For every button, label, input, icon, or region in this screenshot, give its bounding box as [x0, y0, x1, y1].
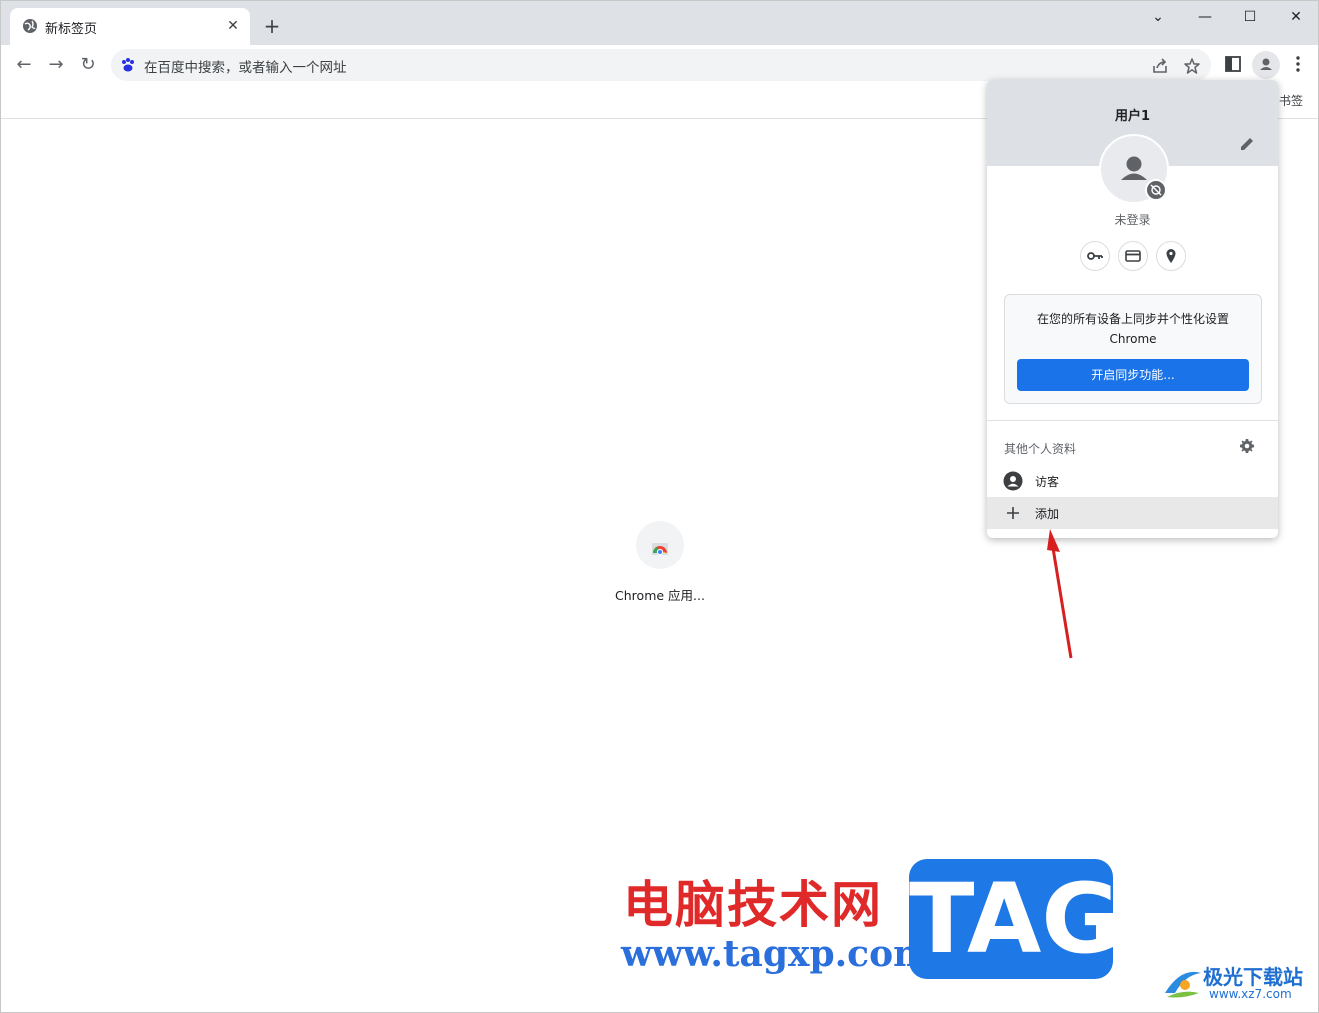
omnibox[interactable]: 在百度中搜索，或者输入一个网址	[111, 49, 1211, 81]
shortcut-chrome-apps[interactable]: Chrome 应用...	[613, 521, 707, 604]
edit-pencil-icon[interactable]	[1238, 135, 1256, 153]
sync-promo-card: 在您的所有设备上同步并个性化设置 Chrome 开启同步功能...	[1004, 294, 1262, 404]
profile-item-add[interactable]: 添加	[987, 497, 1278, 529]
watermark-tag-logo: TAG	[909, 859, 1120, 979]
gear-icon[interactable]	[1239, 438, 1255, 454]
tab-strip: 新标签页 ✕ + ⌄ — ☐ ✕	[1, 1, 1318, 45]
profile-item-guest[interactable]: 访客	[987, 465, 1278, 497]
sync-off-icon	[1150, 184, 1162, 196]
back-button[interactable]: ←	[12, 53, 36, 77]
shortcut-label: Chrome 应用...	[615, 588, 705, 603]
tab-new-tab[interactable]: 新标签页 ✕	[10, 8, 250, 45]
shortcut-circle	[636, 521, 684, 569]
person-icon	[1003, 471, 1023, 491]
toolbar: ← → ↻ 在百度中搜索，或者输入一个网址	[1, 45, 1318, 85]
sync-promo-line2: Chrome	[1109, 332, 1157, 346]
credit-card-icon	[1125, 250, 1141, 262]
side-panel-icon[interactable]	[1223, 54, 1243, 74]
profile-status: 未登录	[1114, 213, 1151, 227]
sync-off-badge-icon	[1145, 179, 1167, 201]
sync-promo-text: 在您的所有设备上同步并个性化设置 Chrome	[1005, 309, 1261, 349]
tab-close-icon[interactable]: ✕	[224, 17, 242, 35]
share-icon[interactable]	[1151, 57, 1169, 75]
profile-item-label: 添加	[1035, 507, 1060, 521]
tab-title: 新标签页	[45, 22, 98, 37]
new-tab-button[interactable]: +	[261, 15, 283, 37]
menu-divider	[987, 420, 1278, 421]
forward-button[interactable]: →	[44, 53, 68, 77]
plus-icon	[1007, 507, 1019, 519]
watermark-jg-url: www.xz7.com	[1209, 987, 1292, 1001]
profile-avatar-button[interactable]	[1252, 51, 1280, 79]
jiguang-logo-icon	[1165, 971, 1201, 998]
chrome-apps-icon	[652, 543, 668, 556]
person-icon	[1260, 58, 1272, 70]
watermark-cn: 电脑技术网	[623, 876, 883, 934]
passwords-button[interactable]	[1080, 241, 1110, 271]
payment-methods-button[interactable]	[1118, 241, 1148, 271]
annotation-arrow	[1047, 529, 1073, 659]
tab-search-button[interactable]: ⌄	[1138, 7, 1178, 27]
profile-username: 用户1	[1114, 109, 1151, 124]
addresses-button[interactable]	[1156, 241, 1186, 271]
omnibox-placeholder: 在百度中搜索，或者输入一个网址	[144, 60, 347, 76]
watermark-jiguang: 极光下载站 www.xz7.com	[1161, 961, 1311, 1006]
turn-on-sync-button[interactable]: 开启同步功能...	[1017, 359, 1249, 391]
watermark-jg-cn: 极光下载站	[1203, 965, 1303, 989]
minimize-button[interactable]: —	[1185, 7, 1225, 27]
bookmarks-label[interactable]: 书签	[1279, 92, 1303, 109]
close-window-button[interactable]: ✕	[1276, 7, 1316, 27]
baidu-paw-icon	[122, 58, 134, 72]
watermark-url: www.tagxp.com	[621, 933, 932, 975]
other-profiles-label: 其他个人资料	[1004, 442, 1077, 456]
location-pin-icon	[1166, 249, 1176, 263]
reload-button[interactable]: ↻	[76, 53, 100, 77]
globe-icon	[23, 19, 37, 33]
key-icon	[1087, 252, 1103, 260]
profile-menu: 用户1 未登录 在您的所有设备上同步并个性化设置 Chrome 开启同步功能..…	[987, 80, 1278, 538]
star-icon[interactable]	[1183, 57, 1201, 75]
maximize-button[interactable]: ☐	[1230, 7, 1270, 27]
profile-item-label: 访客	[1035, 475, 1060, 489]
more-menu-icon[interactable]	[1288, 54, 1308, 74]
browser-window: 新标签页 ✕ + ⌄ — ☐ ✕ ← → ↻ 在百度中搜索，或者输入一个网址 书…	[0, 0, 1319, 1013]
sync-promo-line1: 在您的所有设备上同步并个性化设置	[1036, 312, 1229, 326]
